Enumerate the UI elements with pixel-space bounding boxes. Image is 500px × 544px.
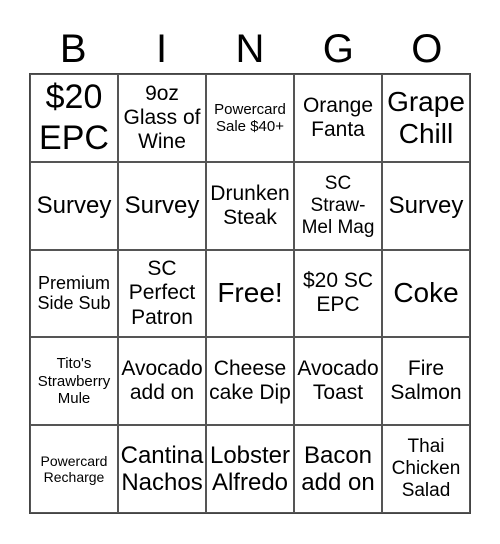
bingo-cell[interactable]: SC Straw-Mel Mag [294,161,382,250]
bingo-cell[interactable]: Lobster Alfredo [206,425,294,513]
bingo-cell[interactable]: Avocado add on [118,337,206,426]
bingo-cell[interactable]: Survey [382,161,470,250]
bingo-cell[interactable]: Powercard Sale $40+ [206,74,294,162]
bingo-cell[interactable]: Cheese cake Dip [206,337,294,426]
free-space[interactable]: Free! [206,249,294,338]
bingo-cell[interactable]: Survey [118,161,206,250]
header-letter-b: B [59,27,87,71]
header-letter-n: N [235,27,265,71]
bingo-cell[interactable]: Thai Chicken Salad [382,425,470,513]
bingo-cell[interactable]: SC Perfect Patron [118,249,206,338]
bingo-cell[interactable]: Cantina Nachos [118,425,206,513]
header-letter-i: I [156,27,168,71]
bingo-cell[interactable]: Survey [30,161,118,250]
bingo-cell[interactable]: Tito's Strawberry Mule [30,337,118,426]
header-letter-g: G [322,27,354,71]
bingo-cell[interactable]: Grape Chill [382,74,470,162]
bingo-header: B I N G O [29,26,471,72]
bingo-cell[interactable]: Bacon add on [294,425,382,513]
bingo-cell[interactable]: Powercard Recharge [30,425,118,513]
bingo-cell[interactable]: 9oz Glass of Wine [118,74,206,162]
bingo-cell[interactable]: $20 SC EPC [294,249,382,338]
bingo-cell[interactable]: Avocado Toast [294,337,382,426]
bingo-cell[interactable]: Premium Side Sub [30,249,118,338]
bingo-cell[interactable]: Drunken Steak [206,161,294,250]
header-letter-o: O [411,27,443,71]
bingo-cell[interactable]: Orange Fanta [294,74,382,162]
bingo-cell[interactable]: $20 EPC [30,74,118,162]
bingo-grid: $20 EPC 9oz Glass of Wine Powercard Sale… [29,73,471,514]
bingo-cell[interactable]: Coke [382,249,470,338]
bingo-cell[interactable]: Fire Salmon [382,337,470,426]
